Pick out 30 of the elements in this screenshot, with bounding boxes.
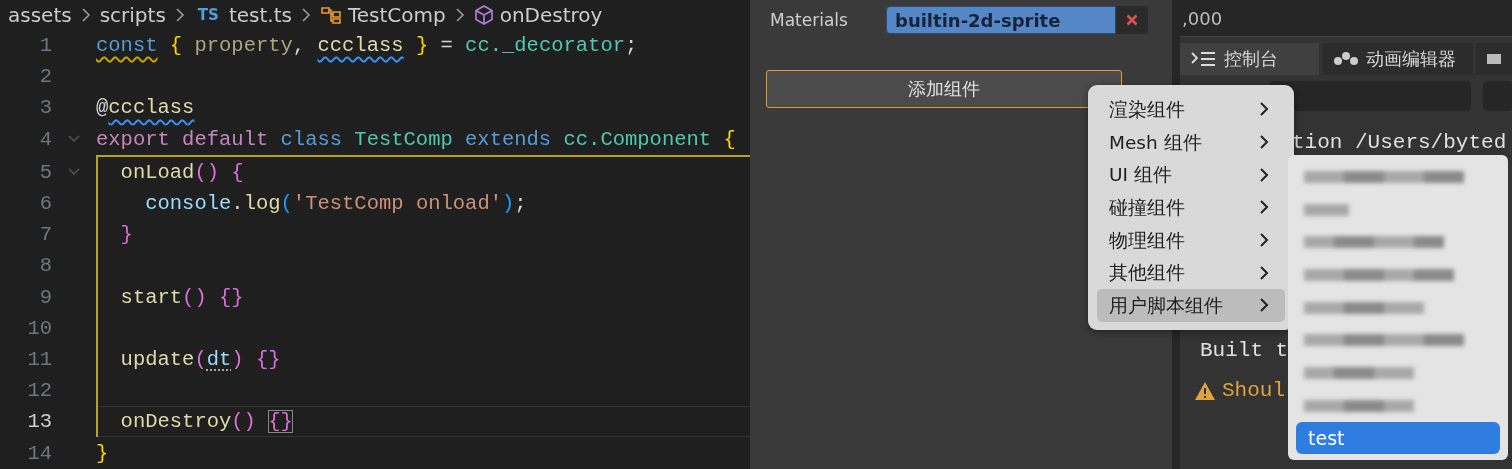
line-number: 9 — [38, 285, 52, 309]
code-line: console.log('TestComp onload'); — [144, 192, 527, 216]
code-line: const { property, ccclass } = cc._decorator; — [96, 34, 638, 58]
line-number: 13 — [26, 410, 52, 434]
code-line: @ccclass — [96, 96, 195, 120]
line-number: 12 — [26, 379, 52, 403]
code-line: start() {} — [119, 285, 244, 309]
field-label: Materials — [770, 10, 849, 30]
line-number: 10 — [26, 316, 52, 340]
line-number: 8 — [38, 254, 52, 278]
console-message: Shoul — [1222, 379, 1285, 402]
line-number: 6 — [38, 192, 52, 216]
line-number: 3 — [38, 96, 52, 120]
line-number: 7 — [38, 223, 52, 247]
ts-label: TS — [197, 6, 219, 24]
line-number: 14 — [26, 441, 52, 465]
console-message: Built t — [1200, 339, 1289, 362]
code-line: onDestroy() {} — [119, 410, 293, 434]
line-number: 2 — [38, 65, 52, 89]
code-line: export default class TestComp extends cc.Component { — [96, 127, 736, 151]
code-line: update(dt) {} — [119, 347, 281, 371]
console-message: tion /Users/byted — [1292, 131, 1507, 154]
line-number: 5 — [38, 160, 52, 184]
line-number: 1 — [38, 34, 52, 58]
line-number: 11 — [26, 347, 52, 371]
ruler-value: ,000 — [1182, 7, 1223, 29]
code-line: onLoad() { — [119, 160, 244, 184]
line-number: 4 — [38, 127, 52, 151]
code-line: } — [119, 223, 133, 247]
code-line: } — [96, 441, 109, 465]
